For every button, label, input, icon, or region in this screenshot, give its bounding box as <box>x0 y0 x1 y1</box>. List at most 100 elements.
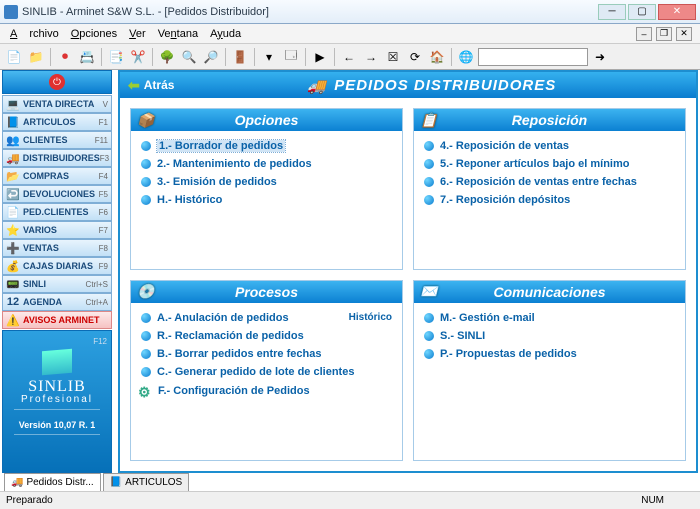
tool-new-icon[interactable]: 📄 <box>4 47 24 67</box>
sidebar-item-11[interactable]: 12AGENDACtrl+A <box>2 293 112 311</box>
sidebar-item-0[interactable]: 💻VENTA DIRECTAV <box>2 95 112 113</box>
sidebar-item-key: Ctrl+S <box>86 280 108 289</box>
sidebar-item-10[interactable]: 📟SINLI Ctrl+S <box>2 275 112 293</box>
maximize-button[interactable]: ▢ <box>628 4 656 20</box>
tool-refresh-icon[interactable]: ⟳ <box>405 47 425 67</box>
panel-row[interactable]: M.- Gestión e-mail <box>424 309 675 327</box>
sidebar-item-8[interactable]: ➕VENTASF8 <box>2 239 112 257</box>
back-button[interactable]: ⬅ Atrás <box>128 77 174 94</box>
sidebar-item-3[interactable]: 🚚DISTRIBUIDORESF3 <box>2 149 112 167</box>
menu-archivo[interactable]: Archivo <box>4 28 65 40</box>
panel-row[interactable]: 1.- Borrador de pedidos <box>141 137 392 155</box>
panel-row-label: R.- Reclamación de pedidos <box>157 330 304 342</box>
bullet-icon <box>141 177 151 187</box>
tool-go-icon[interactable]: ➜ <box>590 47 610 67</box>
tool-back-icon[interactable]: ← <box>339 47 359 67</box>
sidebar-item-7[interactable]: ⭐VARIOSF7 <box>2 221 112 239</box>
power-icon: ⏻ <box>49 74 65 90</box>
menu-ayuda[interactable]: Ayuda <box>204 28 247 40</box>
mdi-close[interactable]: ✕ <box>676 27 692 41</box>
panel-row[interactable]: 3.- Emisión de pedidos <box>141 173 392 191</box>
sidebar-item-label: SINLI <box>23 279 46 289</box>
panel-row[interactable]: B.- Borrar pedidos entre fechas <box>141 345 392 363</box>
sidebar-item-label: DISTRIBUIDORES <box>23 153 100 163</box>
panel-row[interactable]: P.- Propuestas de pedidos <box>424 345 675 363</box>
panel-row[interactable]: R.- Reclamación de pedidos <box>141 327 392 345</box>
sidebar-icon: 📄 <box>6 205 20 219</box>
panel-row[interactable]: 5.- Reponer artículos bajo el mínimo <box>424 155 675 173</box>
tool-play-icon[interactable]: ▶ <box>310 47 330 67</box>
tool-red-icon[interactable]: ⏺ <box>55 47 75 67</box>
sidebar-icon: ➕ <box>6 241 20 255</box>
sidebar-item-label: AGENDA <box>23 297 62 307</box>
footer-tabs: 🚚Pedidos Distr...📘ARTICULOS <box>4 473 189 491</box>
panel-row[interactable]: C.- Generar pedido de lote de clientes <box>141 363 392 381</box>
panel-body-opciones: 1.- Borrador de pedidos 2.- Mantenimiento… <box>131 131 402 215</box>
tool-stop-icon[interactable]: ☒ <box>383 47 403 67</box>
panel-row-label: 4.- Reposición de ventas <box>440 140 569 152</box>
tool-home-icon[interactable]: 🏠 <box>427 47 447 67</box>
tool-card-icon[interactable]: 📇 <box>77 47 97 67</box>
tool-folder-icon[interactable]: 📁 <box>26 47 46 67</box>
sidebar-top[interactable]: ⏻ <box>2 70 112 94</box>
panel-row[interactable]: H.- Histórico <box>141 191 392 209</box>
tool-tree-icon[interactable]: 🌳 <box>157 47 177 67</box>
sidebar-item-12[interactable]: ⚠️AVISOS ARMINET <box>2 311 112 329</box>
menu-ver[interactable]: Ver <box>123 28 152 40</box>
panel-title: Comunicaciones <box>493 284 605 300</box>
tool-exit-icon[interactable]: 🚪 <box>230 47 250 67</box>
panel-row[interactable]: 2.- Mantenimiento de pedidos <box>141 155 392 173</box>
panel-row[interactable]: S.- SINLI <box>424 327 675 345</box>
panel-row[interactable]: ⚙F.- Configuración de Pedidos <box>141 381 392 401</box>
panel-row-label: B.- Borrar pedidos entre fechas <box>157 348 321 360</box>
brand-sub: Profesional <box>21 394 93 405</box>
sidebar-item-6[interactable]: 📄PED.CLIENTESF6 <box>2 203 112 221</box>
panel-row[interactable]: A.- Anulación de pedidosHistórico <box>141 309 392 327</box>
sidebar-logo[interactable]: F12 SINLIB Profesional Versión 10,07 R. … <box>2 330 112 473</box>
footer-tab-1[interactable]: 📘ARTICULOS <box>103 473 190 491</box>
sidebar-icon: ⭐ <box>6 223 20 237</box>
statusbar: Preparado NUM <box>0 491 700 509</box>
panel-row-extra[interactable]: Histórico <box>349 312 392 323</box>
tool-forward-icon[interactable]: → <box>361 47 381 67</box>
sidebar-icon: 📟 <box>6 277 20 291</box>
sidebar-item-label: ARTICULOS <box>23 117 76 127</box>
sidebar-item-1[interactable]: 📘ARTICULOSF1 <box>2 113 112 131</box>
close-button[interactable]: ✕ <box>658 4 696 20</box>
panel-opciones: 📦Opciones1.- Borrador de pedidos2.- Mant… <box>130 108 403 270</box>
panel-row-label: 1.- Borrador de pedidos <box>157 140 285 152</box>
sidebar-item-4[interactable]: 📂COMPRASF4 <box>2 167 112 185</box>
tool-search-icon[interactable]: 🔍 <box>179 47 199 67</box>
menu-ventana[interactable]: Ventana <box>152 28 204 40</box>
panel-header-reposicion: 📋Reposición <box>414 109 685 131</box>
tool-search2-icon[interactable]: 🔎 <box>201 47 221 67</box>
bullet-icon <box>141 159 151 169</box>
mdi-minimize[interactable]: – <box>636 27 652 41</box>
mdi-restore[interactable]: ❐ <box>656 27 672 41</box>
sidebar-item-5[interactable]: ↩️DEVOLUCIONESF5 <box>2 185 112 203</box>
panel-title: Opciones <box>235 112 299 128</box>
window-title: SINLIB - Arminet S&W S.L. - [Pedidos Dis… <box>22 6 269 18</box>
footer-tab-0[interactable]: 🚚Pedidos Distr... <box>4 473 101 491</box>
minimize-button[interactable]: ─ <box>598 4 626 20</box>
sidebar-item-label: VARIOS <box>23 225 57 235</box>
status-left: Preparado <box>6 495 53 506</box>
window-controls: ─ ▢ ✕ <box>598 4 696 20</box>
tool-globe-icon[interactable]: 🌐 <box>456 47 476 67</box>
panel-row[interactable]: 6.- Reposición de ventas entre fechas <box>424 173 675 191</box>
sidebar-item-2[interactable]: 👥CLIENTESF11 <box>2 131 112 149</box>
tool-copy-icon[interactable]: 📑 <box>106 47 126 67</box>
menu-opciones[interactable]: Opciones <box>65 28 123 40</box>
tool-window-icon[interactable]: 🗔 <box>281 47 301 67</box>
toolbar: 📄 📁 ⏺ 📇 📑 ✂️ 🌳 🔍 🔎 🚪 ▾ 🗔 ▶ ← → ☒ ⟳ 🏠 🌐 ➜ <box>0 44 700 70</box>
bullet-icon <box>424 159 434 169</box>
panel-row[interactable]: 7.- Reposición depósitos <box>424 191 675 209</box>
panel-row-label: 5.- Reponer artículos bajo el mínimo <box>440 158 629 170</box>
tab-icon: 🚚 <box>11 477 23 488</box>
tool-cut-icon[interactable]: ✂️ <box>128 47 148 67</box>
back-arrow-icon: ⬅ <box>128 77 140 94</box>
sidebar-item-9[interactable]: 💰CAJAS DIARIASF9 <box>2 257 112 275</box>
panel-row[interactable]: 4.- Reposición de ventas <box>424 137 675 155</box>
tool-dropdown-icon[interactable]: ▾ <box>259 47 279 67</box>
toolbar-address-input[interactable] <box>478 48 588 66</box>
